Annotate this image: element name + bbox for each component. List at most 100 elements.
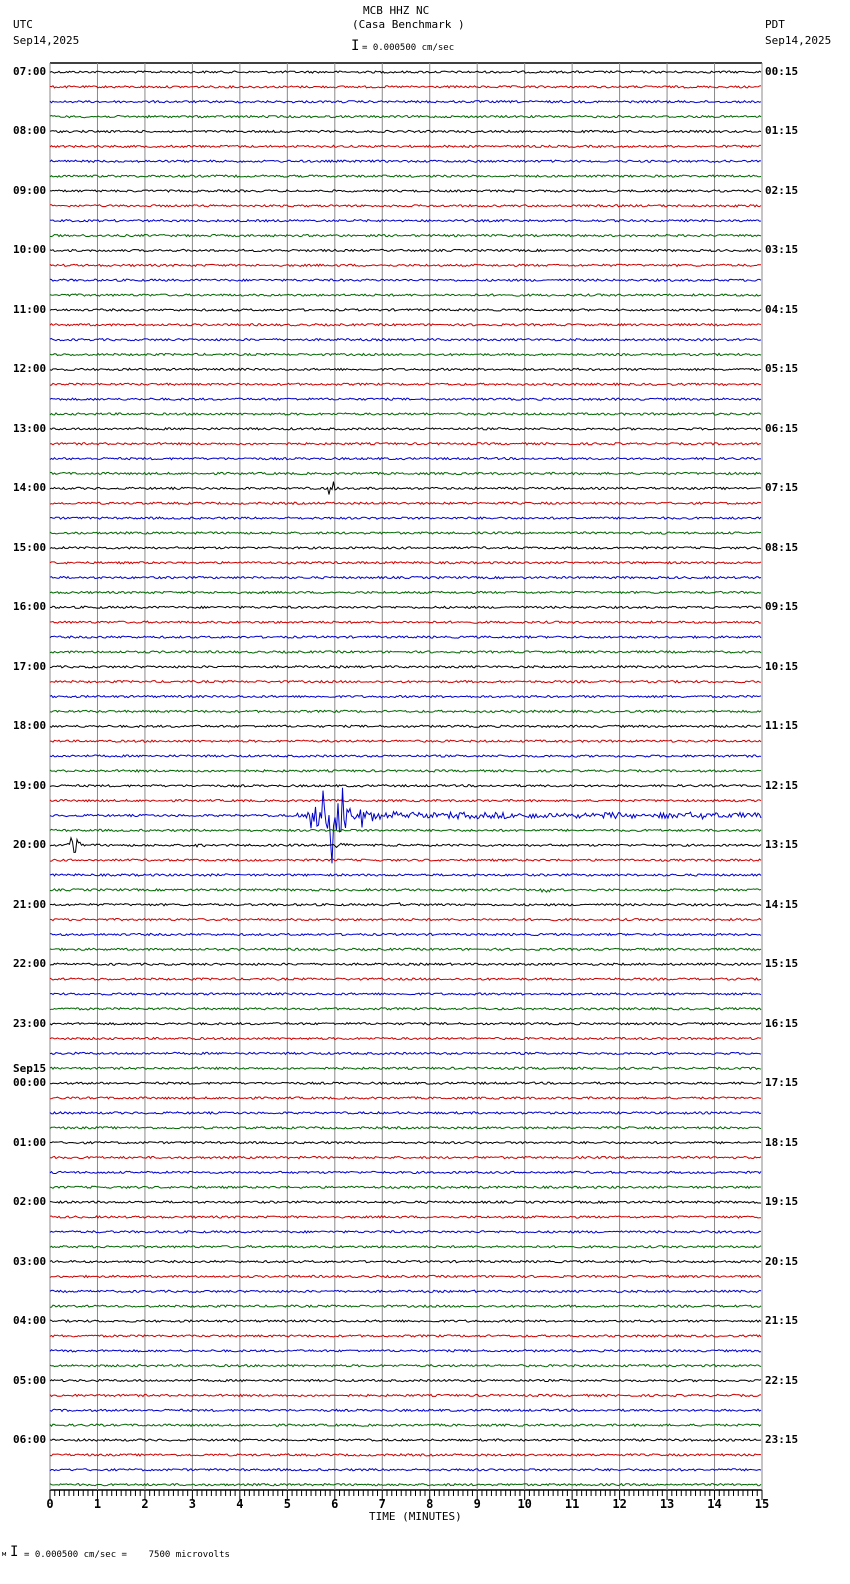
trace-row: [49, 977, 762, 981]
trace-row: [49, 456, 761, 461]
trace-row: [49, 1021, 762, 1026]
trace-row: [49, 1155, 762, 1160]
trace-row: [49, 263, 762, 268]
trace-row: [49, 787, 762, 864]
trace-row: [49, 768, 762, 773]
trace-row: [49, 278, 762, 283]
trace-row: [49, 873, 762, 877]
trace-row: [49, 322, 762, 327]
x-tick-label: 6: [331, 1497, 338, 1511]
trace-row: [49, 129, 762, 134]
x-tick-label: 9: [474, 1497, 481, 1511]
trace-row: [49, 233, 762, 238]
trace-row: [49, 1408, 762, 1413]
seismogram-plot: 0 1 2 3 4 5 6 7 8 9 10 11 12 13 14 15: [46, 62, 769, 1511]
trace-row: [49, 1363, 762, 1368]
x-tick-label: 11: [565, 1497, 579, 1511]
trace-row: [49, 189, 762, 193]
trace-row: [49, 1304, 762, 1309]
trace-row: [49, 694, 762, 699]
helicorder-page: MCB HHZ NC (Casa Benchmark ) UTC Sep14,2…: [0, 0, 850, 1584]
x-tick-label: 12: [612, 1497, 626, 1511]
trace-row: [49, 99, 762, 104]
trace-row: [49, 308, 762, 312]
trace-row: [49, 337, 762, 342]
trace-row: [49, 917, 762, 922]
trace-row: [49, 1006, 762, 1011]
x-tick-label: 15: [755, 1497, 769, 1511]
trace-row: [49, 1289, 762, 1294]
trace-row: [50, 203, 762, 208]
trace-row: [49, 382, 762, 387]
trace-row: [49, 1081, 762, 1086]
x-tick-label: 14: [707, 1497, 721, 1511]
trace-row: [49, 754, 762, 758]
x-tick-label: 10: [517, 1497, 531, 1511]
x-tick-label: 13: [660, 1497, 674, 1511]
x-tick-label: 4: [236, 1497, 243, 1511]
trace-row: [49, 1438, 762, 1442]
trace-row: [49, 1140, 762, 1145]
trace-row: [49, 1215, 762, 1219]
trace-row: [49, 1185, 762, 1190]
trace-row: [49, 836, 762, 853]
trace-row: [49, 367, 762, 372]
trace-row: [49, 1482, 762, 1487]
trace-row: [49, 1066, 762, 1071]
trace-row: [49, 352, 762, 357]
trace-row: [49, 828, 762, 833]
trace-row: [49, 1244, 762, 1249]
x-tick-label: 0: [46, 1497, 53, 1511]
trace-row: [49, 1423, 762, 1428]
trace-row: [49, 471, 762, 476]
trace-row: [49, 1125, 762, 1130]
trace-row: [49, 1036, 761, 1041]
trace-row: [49, 1259, 762, 1264]
trace-row: [49, 159, 762, 164]
trace-row: [49, 1453, 762, 1457]
trace-row: [49, 992, 762, 996]
x-tick-label: 1: [94, 1497, 101, 1511]
trace-row: [49, 293, 762, 297]
x-tick-label: 2: [141, 1497, 148, 1511]
trace-row: [49, 620, 762, 624]
trace-row: [49, 664, 762, 669]
trace-row: [49, 709, 762, 714]
trace-row: [49, 947, 762, 952]
trace-row: [49, 1378, 762, 1383]
trace-row: [49, 516, 762, 520]
trace-row: [50, 858, 762, 862]
trace-row: [49, 248, 762, 253]
trace-row: [49, 481, 762, 495]
trace-row: [49, 1170, 762, 1175]
trace-row: [49, 546, 762, 550]
trace-row: [49, 412, 762, 416]
trace-row: [49, 70, 762, 74]
trace-row: [49, 1051, 762, 1056]
trace-row: [49, 144, 761, 149]
trace-row: [49, 1334, 762, 1338]
trace-row: [49, 1110, 762, 1115]
trace-row: [49, 84, 762, 89]
trace-row: [49, 724, 762, 729]
trace-row: [49, 501, 762, 506]
trace-row: [49, 218, 762, 223]
trace-row: [49, 397, 762, 401]
trace-row: [49, 902, 762, 907]
trace-row: [49, 560, 762, 565]
trace-row: [49, 605, 762, 610]
trace-row: [49, 1096, 762, 1100]
trace-row: [49, 783, 762, 788]
trace-row: [49, 531, 762, 535]
trace-row: [49, 1467, 762, 1472]
trace-row: [49, 174, 762, 178]
trace-row: [49, 887, 762, 894]
trace-row: [49, 798, 762, 803]
x-tick-label: 5: [284, 1497, 291, 1511]
trace-row: [49, 962, 762, 967]
trace-row: [49, 635, 762, 640]
trace-row: [49, 739, 762, 743]
trace-row: [49, 650, 762, 654]
trace-row: [49, 114, 762, 119]
trace-row: [49, 932, 762, 937]
